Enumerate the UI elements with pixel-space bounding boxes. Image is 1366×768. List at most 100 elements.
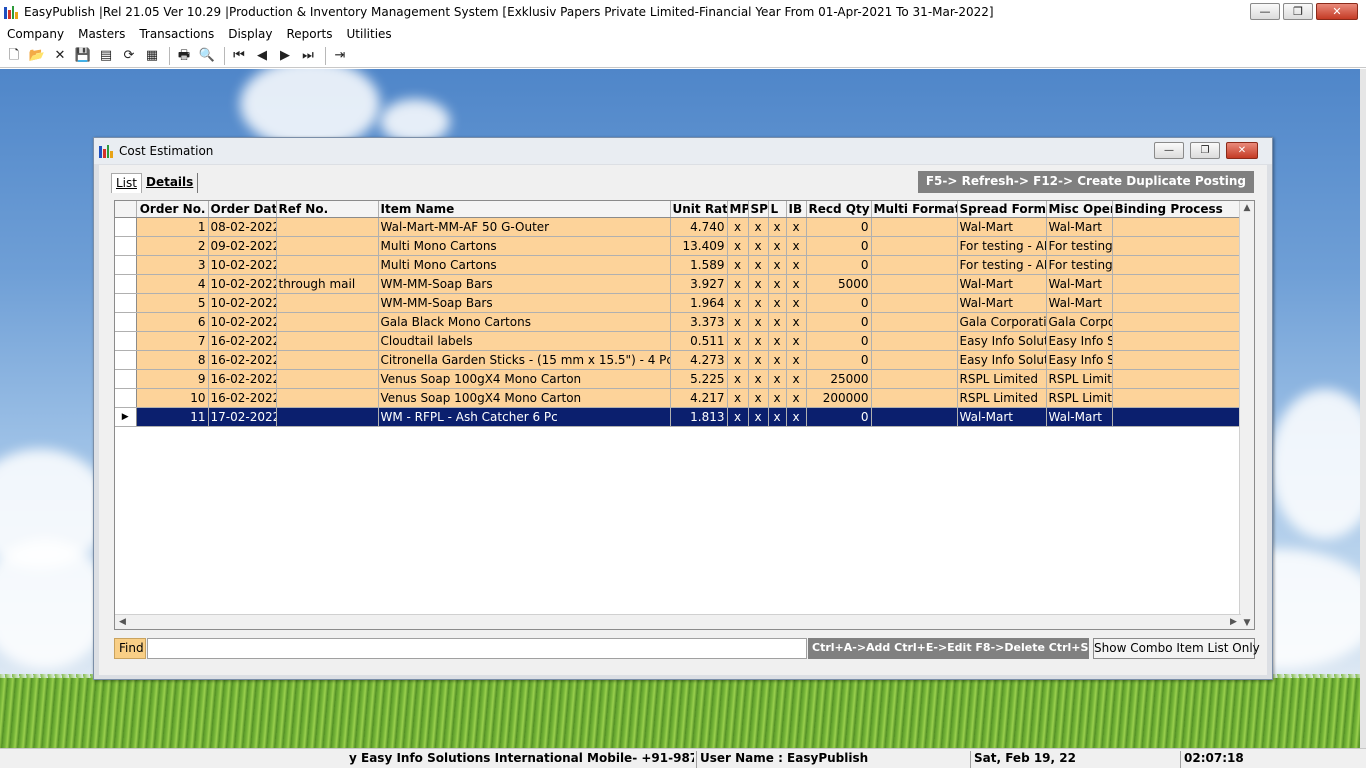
cell-binding[interactable] (1112, 407, 1242, 427)
table-row[interactable]: 5 10-02-2022 WM-MM-Soap Bars 1.964 x x x x 0 Wal-… (115, 293, 1242, 313)
cell-date[interactable]: 16-02-2022 (208, 331, 277, 351)
table-row[interactable]: 7 16-02-2022 Cloudtail labels 0.511 x x x x 0 Eas… (115, 331, 1242, 351)
cell-ref[interactable] (276, 312, 379, 332)
column-header[interactable]: Binding Process (1112, 201, 1242, 218)
cell-ref[interactable] (276, 217, 379, 237)
previous-record-icon[interactable]: ◀ (252, 46, 272, 66)
cell-rate[interactable]: 1.589 (670, 255, 728, 275)
cell-binding[interactable] (1112, 350, 1242, 370)
cell-l[interactable]: x (768, 350, 787, 370)
cell-rate[interactable]: 1.964 (670, 293, 728, 313)
cell-l[interactable]: x (768, 407, 787, 427)
cell-date[interactable]: 08-02-2022 (208, 217, 277, 237)
row-selector[interactable] (115, 293, 137, 313)
row-selector[interactable] (115, 331, 137, 351)
cell-sp[interactable]: x (748, 293, 769, 313)
cell-rate[interactable]: 4.740 (670, 217, 728, 237)
row-selector[interactable] (115, 217, 137, 237)
dialog-icon[interactable] (99, 144, 113, 158)
cell-ref[interactable]: through mail (276, 274, 379, 294)
cell-sp[interactable]: x (748, 217, 769, 237)
cell-l[interactable]: x (768, 236, 787, 256)
cell-l[interactable]: x (768, 331, 787, 351)
column-header[interactable]: Ref No. (276, 201, 379, 218)
refresh-icon[interactable]: ⟳ (119, 46, 139, 66)
cell-order-no[interactable]: 10 (136, 388, 209, 408)
cell-sp[interactable]: x (748, 236, 769, 256)
column-header[interactable]: Spread Format (957, 201, 1047, 218)
table-row[interactable]: 3 10-02-2022 Multi Mono Cartons 1.589 x x x x 0 F… (115, 255, 1242, 275)
cell-spread[interactable]: Wal-Mart (957, 274, 1047, 294)
cell-l[interactable]: x (768, 388, 787, 408)
table-row[interactable]: 4 10-02-2022 through mail WM-MM-Soap Bars 3.… (115, 274, 1242, 294)
cell-l[interactable]: x (768, 312, 787, 332)
cell-item[interactable]: Venus Soap 100gX4 Mono Carton (378, 369, 671, 389)
row-selector[interactable] (115, 255, 137, 275)
scroll-up-icon[interactable]: ▲ (1240, 201, 1254, 216)
cell-qty[interactable]: 200000 (806, 388, 872, 408)
cell-order-no[interactable]: 11 (136, 407, 209, 427)
menu-masters[interactable]: Masters (71, 27, 132, 41)
cell-misc[interactable]: RSPL Limite (1046, 369, 1113, 389)
cell-date[interactable]: 16-02-2022 (208, 369, 277, 389)
cell-rate[interactable]: 3.927 (670, 274, 728, 294)
cell-misc[interactable]: For testing - (1046, 255, 1113, 275)
next-record-icon[interactable]: ▶ (275, 46, 295, 66)
cell-sp[interactable]: x (748, 331, 769, 351)
cell-spread[interactable]: Wal-Mart (957, 217, 1047, 237)
cell-spread[interactable]: Gala Corporatio (957, 312, 1047, 332)
cell-multi[interactable] (871, 293, 958, 313)
column-header[interactable]: Recd Qty (806, 201, 872, 218)
table-row[interactable]: ▶ 11 17-02-2022 WM - RFPL - Ash Catcher 6 P… (115, 407, 1242, 427)
column-header[interactable]: MP (727, 201, 749, 218)
cell-ib[interactable]: x (786, 217, 807, 237)
scroll-down-icon[interactable]: ▼ (1240, 616, 1254, 629)
cell-item[interactable]: Venus Soap 100gX4 Mono Carton (378, 388, 671, 408)
column-header[interactable]: Item Name (378, 201, 671, 218)
cell-binding[interactable] (1112, 217, 1242, 237)
menu-transactions[interactable]: Transactions (132, 27, 221, 41)
cell-mp[interactable]: x (727, 388, 749, 408)
cell-ib[interactable]: x (786, 293, 807, 313)
app-icon[interactable] (4, 5, 18, 19)
dialog-close-button[interactable]: ✕ (1226, 142, 1258, 159)
cell-l[interactable]: x (768, 255, 787, 275)
menu-company[interactable]: Company (0, 27, 71, 41)
cell-date[interactable]: 10-02-2022 (208, 312, 277, 332)
cell-misc[interactable]: Wal-Mart (1046, 293, 1113, 313)
cell-item[interactable]: WM - RFPL - Ash Catcher 6 Pc (378, 407, 671, 427)
menu-reports[interactable]: Reports (279, 27, 339, 41)
cell-order-no[interactable]: 4 (136, 274, 209, 294)
cell-binding[interactable] (1112, 293, 1242, 313)
cell-sp[interactable]: x (748, 350, 769, 370)
cell-mp[interactable]: x (727, 293, 749, 313)
cell-date[interactable]: 17-02-2022 (208, 407, 277, 427)
tab-details[interactable]: Details (142, 173, 199, 193)
cell-ib[interactable]: x (786, 274, 807, 294)
cell-rate[interactable]: 3.373 (670, 312, 728, 332)
cell-binding[interactable] (1112, 236, 1242, 256)
cell-qty[interactable]: 5000 (806, 274, 872, 294)
row-selector[interactable] (115, 350, 137, 370)
minimize-button[interactable]: — (1250, 3, 1280, 20)
row-selector[interactable]: ▶ (115, 407, 137, 427)
close-button[interactable]: ✕ (1316, 3, 1358, 20)
cell-misc[interactable]: Wal-Mart (1046, 274, 1113, 294)
cell-multi[interactable] (871, 331, 958, 351)
cell-order-no[interactable]: 6 (136, 312, 209, 332)
find-input[interactable] (147, 638, 807, 659)
cell-item[interactable]: Gala Black Mono Cartons (378, 312, 671, 332)
cell-misc[interactable]: Easy Info So (1046, 331, 1113, 351)
cell-item[interactable]: Cloudtail labels (378, 331, 671, 351)
cell-misc[interactable]: Wal-Mart (1046, 217, 1113, 237)
row-selector[interactable] (115, 312, 137, 332)
list-icon[interactable]: ▤ (96, 46, 116, 66)
show-combo-item-list-button[interactable]: Show Combo Item List Only (1093, 638, 1260, 659)
cell-rate[interactable]: 1.813 (670, 407, 728, 427)
new-file-icon[interactable]: 🗋 (4, 46, 24, 66)
cell-ib[interactable]: x (786, 407, 807, 427)
print-preview-icon[interactable]: 🔍 (197, 46, 217, 66)
cell-ref[interactable] (276, 331, 379, 351)
cell-order-no[interactable]: 7 (136, 331, 209, 351)
cell-date[interactable]: 16-02-2022 (208, 388, 277, 408)
